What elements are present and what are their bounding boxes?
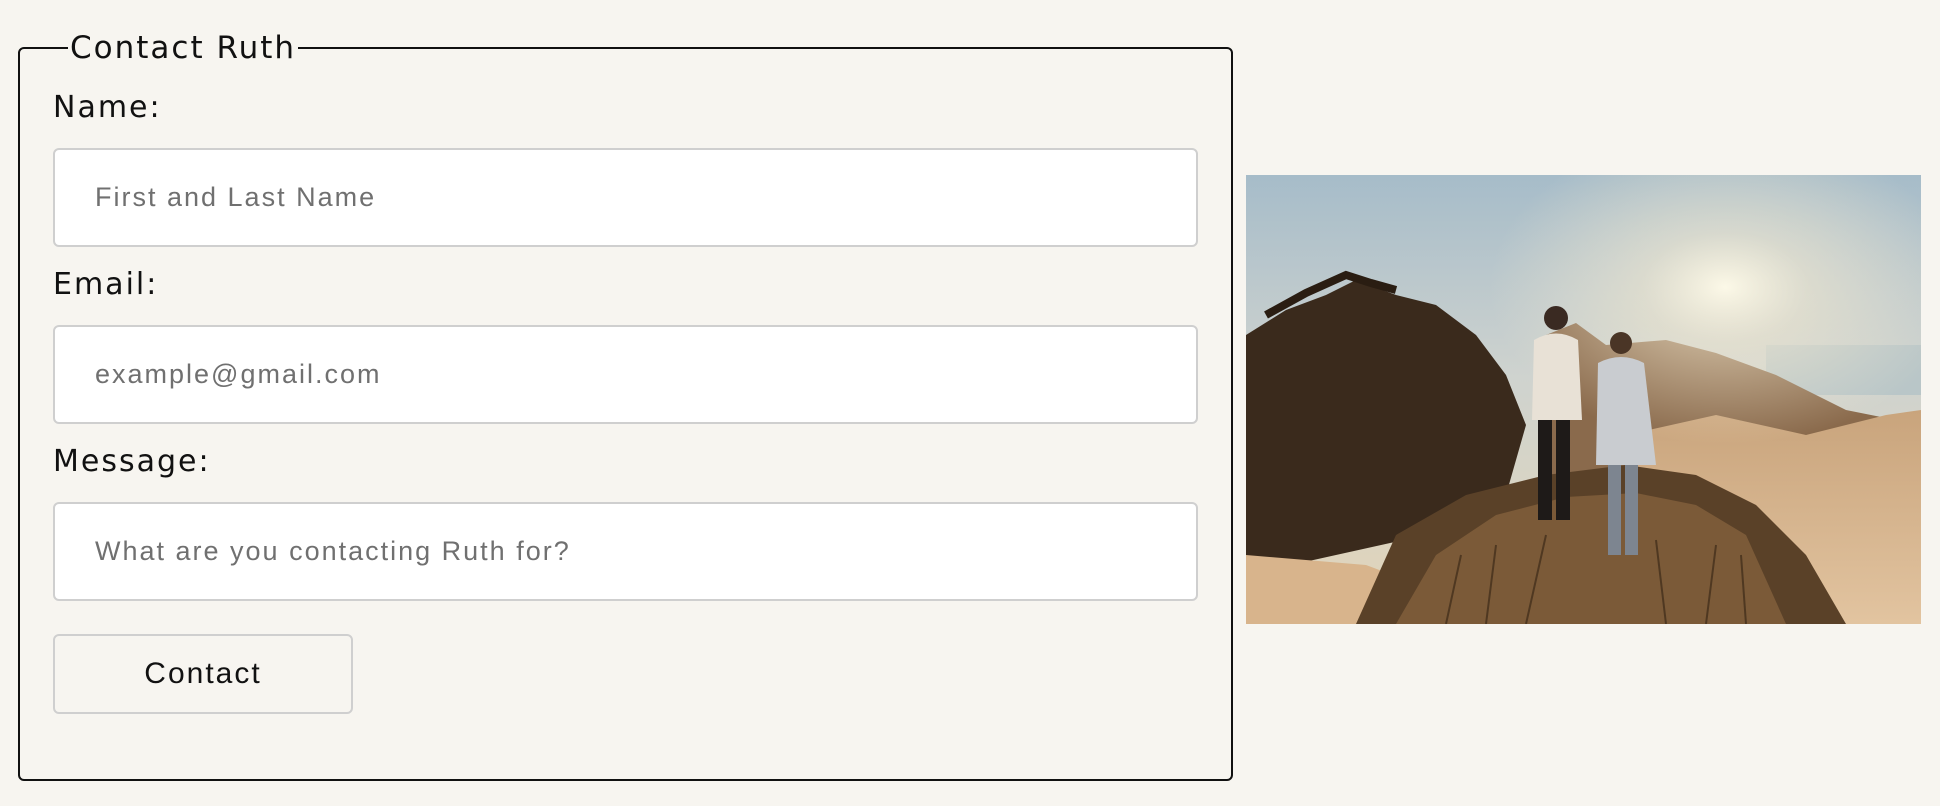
contact-button[interactable]: Contact bbox=[53, 634, 353, 714]
couple-photo-illustration bbox=[1246, 175, 1921, 624]
email-label: Email: bbox=[53, 267, 159, 302]
contact-form: Contact Ruth Name: Email: Message: Conta… bbox=[18, 28, 1233, 781]
couple-photo bbox=[1246, 175, 1921, 624]
message-label: Message: bbox=[53, 444, 211, 479]
contact-page: Contact Ruth Name: Email: Message: Conta… bbox=[0, 0, 1940, 806]
email-input[interactable] bbox=[53, 325, 1198, 424]
form-legend: Contact Ruth bbox=[70, 30, 297, 66]
name-input[interactable] bbox=[53, 148, 1198, 247]
name-label: Name: bbox=[53, 90, 162, 125]
message-input[interactable] bbox=[53, 502, 1198, 601]
